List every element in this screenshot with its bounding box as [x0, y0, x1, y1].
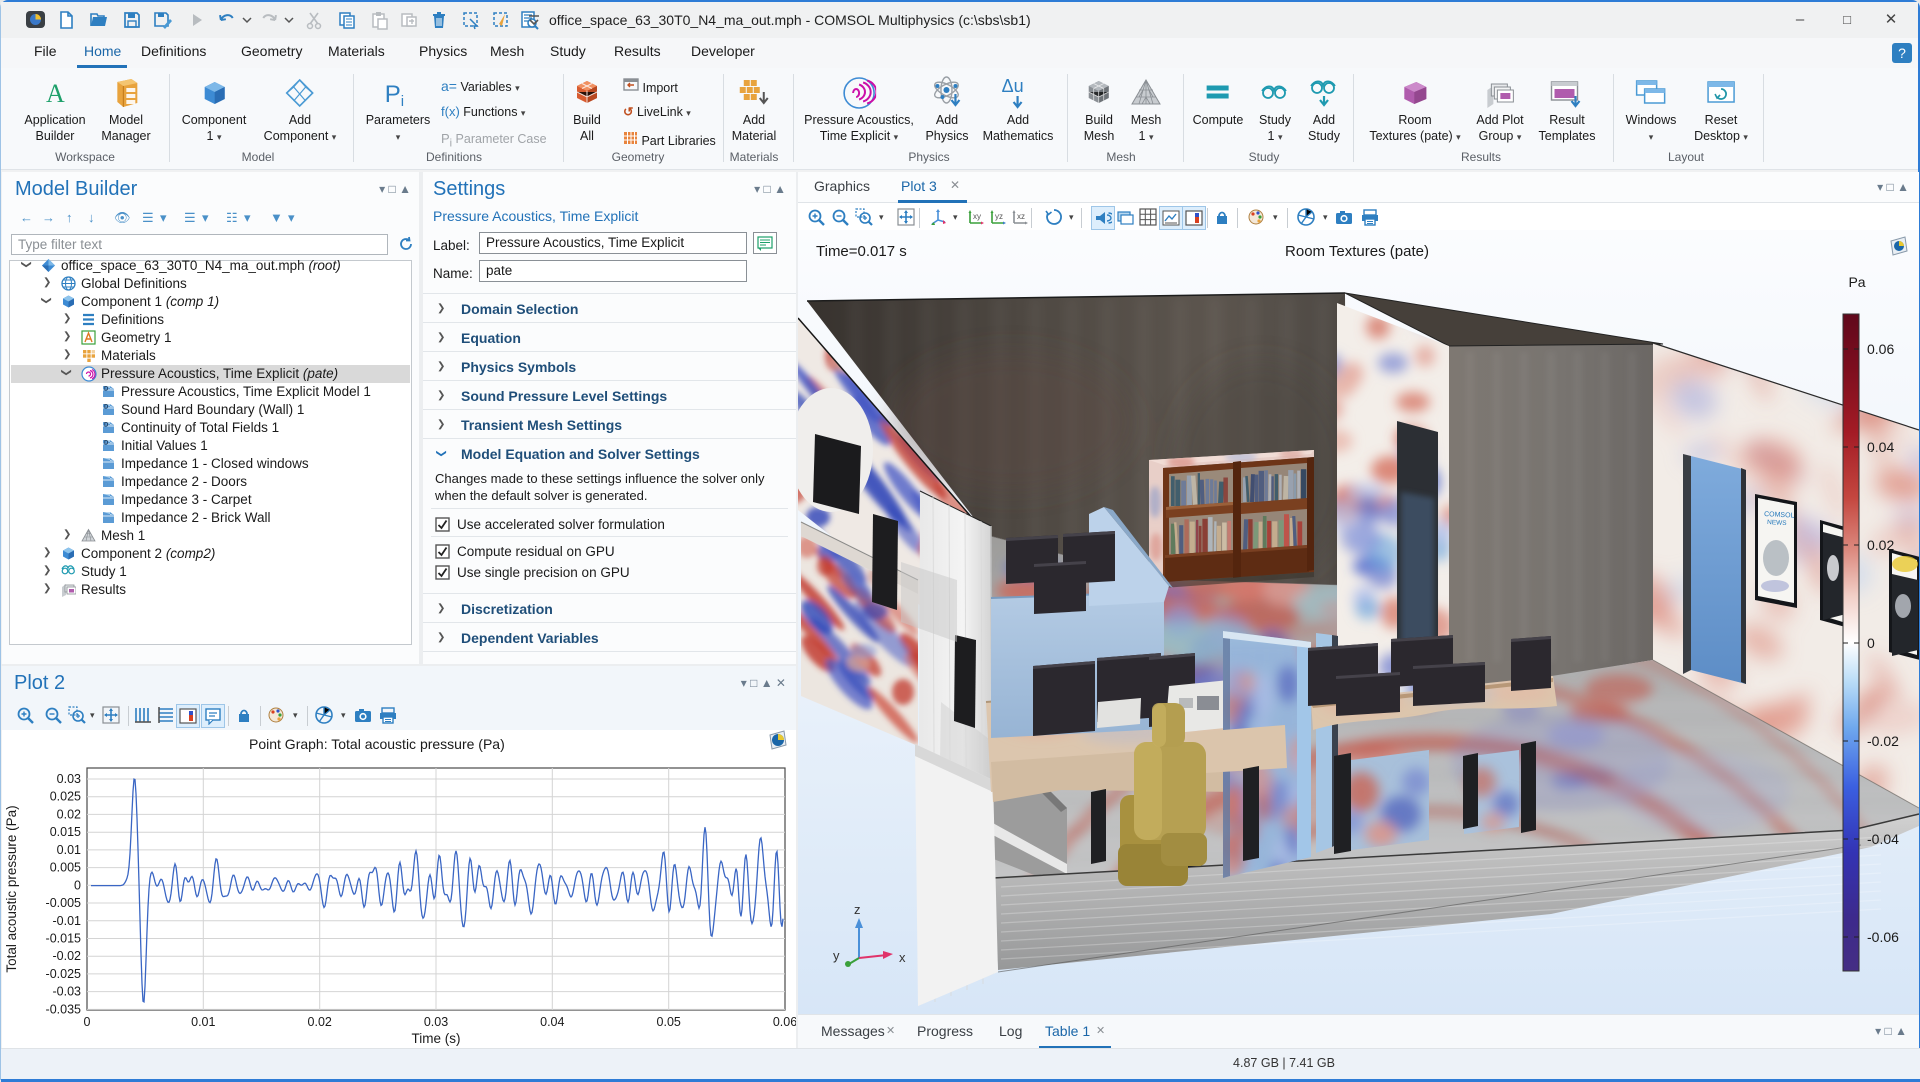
svg-text:xz: xz — [1017, 212, 1025, 221]
svg-text:0.06: 0.06 — [1867, 341, 1894, 357]
svg-text:0.05: 0.05 — [657, 1015, 681, 1029]
svg-text:D: D — [104, 423, 109, 429]
svg-text:-0.03: -0.03 — [53, 985, 82, 999]
svg-text:Total acoustic pressure (Pa): Total acoustic pressure (Pa) — [4, 805, 19, 972]
svg-text:D: D — [104, 387, 109, 393]
svg-text:Time=0.017 s: Time=0.017 s — [816, 243, 907, 260]
svg-text:-0.005: -0.005 — [46, 896, 81, 910]
svg-text:Time (s): Time (s) — [412, 1031, 461, 1046]
svg-text:0.06: 0.06 — [773, 1015, 796, 1029]
svg-text:0.04: 0.04 — [1867, 439, 1894, 455]
svg-text:0: 0 — [74, 878, 81, 892]
svg-text:D: D — [104, 441, 109, 447]
svg-text:0: 0 — [84, 1015, 91, 1029]
svg-text:z: z — [854, 902, 861, 917]
svg-text:0.015: 0.015 — [50, 825, 81, 839]
svg-text:-0.01: -0.01 — [53, 914, 82, 928]
svg-text:0.03: 0.03 — [424, 1015, 448, 1029]
svg-text:0.01: 0.01 — [191, 1015, 215, 1029]
svg-text:Δu: Δu — [1002, 76, 1024, 96]
svg-text:NEWS: NEWS — [1767, 519, 1788, 527]
svg-text:0.02: 0.02 — [1867, 537, 1894, 553]
svg-text:-0.04: -0.04 — [1867, 831, 1899, 847]
svg-text:-0.015: -0.015 — [46, 932, 81, 946]
svg-text:Pa: Pa — [1848, 274, 1865, 290]
svg-text:0.02: 0.02 — [57, 807, 81, 821]
svg-text:0.025: 0.025 — [50, 790, 81, 804]
svg-text:A: A — [46, 79, 65, 108]
svg-text:0: 0 — [1867, 635, 1875, 651]
svg-text:-0.02: -0.02 — [1867, 733, 1899, 749]
svg-text:yz: yz — [995, 212, 1003, 221]
svg-text:0.01: 0.01 — [57, 843, 81, 857]
svg-text:0.005: 0.005 — [50, 861, 81, 875]
svg-text:-0.06: -0.06 — [1867, 929, 1899, 945]
svg-text:0.03: 0.03 — [57, 772, 81, 786]
svg-text:x: x — [899, 950, 906, 965]
svg-text:0.04: 0.04 — [540, 1015, 564, 1029]
svg-text:y: y — [833, 948, 840, 963]
svg-text:Room Textures (pate): Room Textures (pate) — [1285, 243, 1429, 260]
svg-text:-0.035: -0.035 — [46, 1002, 81, 1016]
svg-text:-0.025: -0.025 — [46, 967, 81, 981]
svg-text:P: P — [385, 81, 401, 108]
svg-text:-0.02: -0.02 — [53, 949, 82, 963]
svg-text:D: D — [104, 405, 109, 411]
svg-text:0.02: 0.02 — [308, 1015, 332, 1029]
svg-text:xy: xy — [973, 212, 981, 221]
svg-text:i: i — [401, 93, 404, 108]
